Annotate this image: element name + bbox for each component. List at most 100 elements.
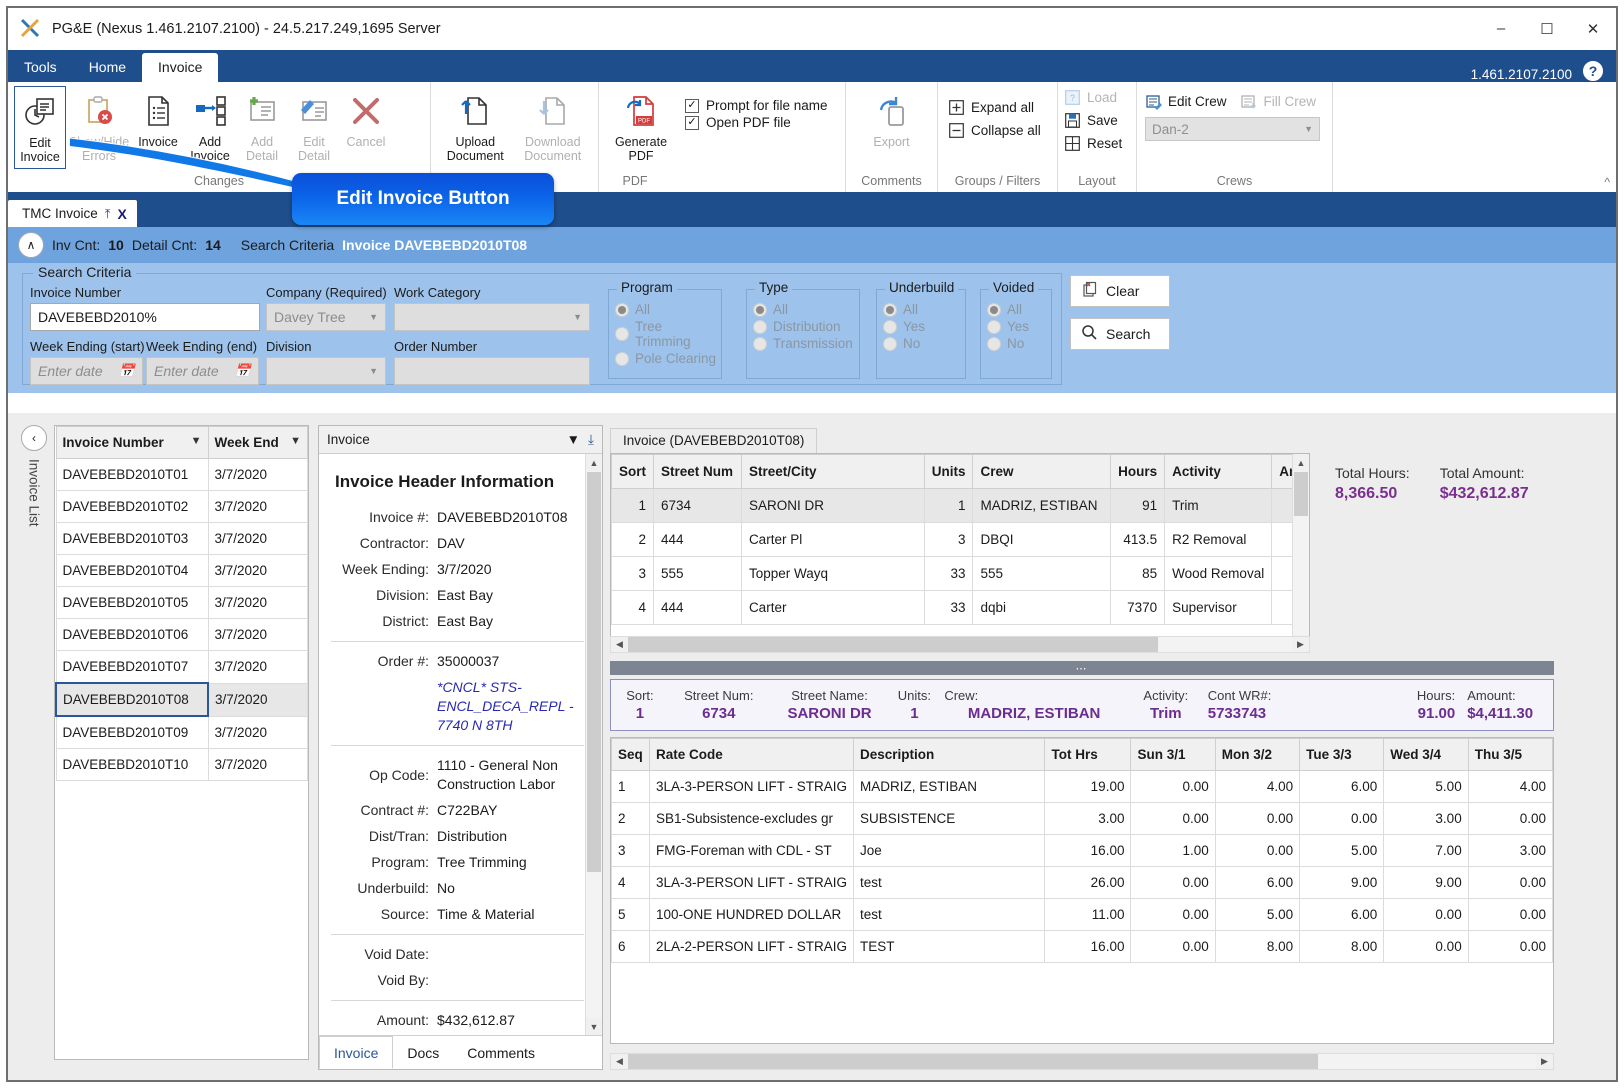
- column-hours[interactable]: Hours: [1110, 454, 1166, 489]
- column-thu[interactable]: Thu 3/5: [1467, 738, 1553, 771]
- scroll-down-icon[interactable]: ▼: [586, 1018, 602, 1035]
- column-tue[interactable]: Tue 3/3: [1299, 738, 1385, 771]
- column-units[interactable]: Units: [923, 454, 974, 489]
- column-seq[interactable]: Seq: [611, 738, 650, 771]
- upload-document-button[interactable]: Upload Document: [437, 86, 514, 167]
- invoice-number-input[interactable]: DAVEBEBD2010%: [30, 303, 260, 331]
- generate-pdf-button[interactable]: PDF Generate PDF: [605, 86, 677, 167]
- table-row[interactable]: 1 3LA-3-PERSON LIFT - STRAIG MADRIZ, EST…: [611, 770, 1553, 803]
- scroll-track[interactable]: [628, 1054, 1536, 1069]
- scroll-up-icon[interactable]: ▲: [1293, 454, 1309, 471]
- table-row[interactable]: DAVEBEBD2010T02 3/7/2020: [55, 490, 308, 523]
- open-pdf-file-checkbox[interactable]: ✓ Open PDF file: [685, 115, 828, 130]
- column-rate-code[interactable]: Rate Code: [648, 738, 855, 771]
- program-option-pole-clearing[interactable]: Pole Clearing: [615, 351, 721, 366]
- scroll-track[interactable]: [628, 637, 1292, 652]
- column-invoice-number[interactable]: Invoice Number ▼: [55, 426, 209, 459]
- clear-button[interactable]: Clear: [1070, 275, 1170, 307]
- table-row[interactable]: DAVEBEBD2010T05 3/7/2020: [55, 586, 308, 619]
- column-description[interactable]: Description: [853, 738, 1046, 771]
- prompt-for-file-name-checkbox[interactable]: ✓ Prompt for file name: [685, 98, 828, 113]
- filter-icon[interactable]: ▼: [290, 435, 301, 447]
- minimize-button[interactable]: –: [1478, 8, 1524, 50]
- maximize-button[interactable]: ☐: [1524, 8, 1570, 50]
- column-activity[interactable]: Activity: [1164, 454, 1273, 489]
- column-sun[interactable]: Sun 3/1: [1130, 738, 1216, 771]
- scroll-thumb[interactable]: [628, 637, 1158, 652]
- type-option-all[interactable]: All: [753, 302, 859, 317]
- save-layout-button[interactable]: Save: [1064, 112, 1118, 129]
- expand-all-button[interactable]: Expand all: [948, 99, 1034, 116]
- tab-invoice[interactable]: Invoice: [319, 1036, 394, 1069]
- table-row[interactable]: 6 2LA-2-PERSON LIFT - STRAIG TEST 16.00 …: [611, 930, 1553, 963]
- scroll-right-icon[interactable]: ▶: [1536, 1054, 1553, 1069]
- close-button[interactable]: ✕: [1570, 8, 1616, 50]
- tab-tools[interactable]: Tools: [8, 53, 73, 82]
- voided-option-no[interactable]: No: [987, 336, 1051, 351]
- column-tot-hrs[interactable]: Tot Hrs: [1044, 738, 1132, 771]
- chevron-down-icon[interactable]: ▼: [567, 432, 580, 447]
- detail-grid-vscrollbar[interactable]: ▲ ▼: [1292, 454, 1309, 652]
- tab-invoice-detail[interactable]: Invoice (DAVEBEBD2010T08): [610, 428, 818, 453]
- column-sort[interactable]: Sort: [611, 454, 654, 489]
- column-mon[interactable]: Mon 3/2: [1214, 738, 1301, 771]
- pin-icon[interactable]: ⤓: [588, 432, 594, 448]
- program-option-tree-trimming[interactable]: Tree Trimming: [615, 319, 721, 349]
- collapse-all-button[interactable]: Collapse all: [948, 122, 1041, 139]
- help-icon[interactable]: ?: [1582, 60, 1604, 82]
- collapse-invoice-list-icon[interactable]: ‹: [21, 425, 47, 451]
- ribbon-collapse-icon[interactable]: ^: [1604, 175, 1610, 189]
- table-row[interactable]: 3 FMG-Foreman with CDL - ST Joe 16.00 1.…: [611, 834, 1553, 867]
- underbuild-option-no[interactable]: No: [883, 336, 965, 351]
- table-row[interactable]: 2 444 Carter Pl 3 DBQI 413.5 R2 Removal: [611, 522, 1309, 557]
- search-button[interactable]: Search: [1070, 318, 1170, 350]
- scroll-right-icon[interactable]: ▶: [1292, 637, 1309, 652]
- column-street-num[interactable]: Street Num: [653, 454, 742, 489]
- invoice-panel-scrollbar[interactable]: ▲ ▼: [585, 454, 602, 1035]
- column-street-city[interactable]: Street/City: [740, 454, 925, 489]
- close-icon[interactable]: X: [118, 206, 127, 222]
- voided-option-yes[interactable]: Yes: [987, 319, 1051, 334]
- column-crew[interactable]: Crew: [972, 454, 1112, 489]
- column-week-end[interactable]: Week End ▼: [207, 426, 308, 459]
- edit-invoice-button[interactable]: Edit Invoice: [14, 86, 66, 169]
- scroll-thumb[interactable]: [1294, 472, 1308, 516]
- reset-layout-button[interactable]: Reset: [1064, 135, 1122, 152]
- table-row[interactable]: DAVEBEBD2010T03 3/7/2020: [55, 522, 308, 555]
- voided-option-all[interactable]: All: [987, 302, 1051, 317]
- scroll-up-icon[interactable]: ▲: [586, 454, 602, 471]
- table-row-selected[interactable]: 1 6734 SARONI DR 1 MADRIZ, ESTIBAN 91 Tr…: [611, 488, 1309, 523]
- table-row[interactable]: DAVEBEBD2010T09 3/7/2020: [55, 715, 308, 749]
- table-row[interactable]: 2 SB1-Subsistence-excludes gr SUBSISTENC…: [611, 802, 1553, 835]
- detail-grid-hscrollbar[interactable]: ◀ ▶: [610, 636, 1310, 653]
- table-row[interactable]: DAVEBEBD2010T06 3/7/2020: [55, 618, 308, 651]
- scroll-left-icon[interactable]: ◀: [611, 1054, 628, 1069]
- table-row[interactable]: 4 444 Carter 33 dqbi 7370 Supervisor: [611, 590, 1309, 625]
- table-row[interactable]: 3 555 Topper Wayq 33 555 85 Wood Removal: [611, 556, 1309, 591]
- crew-select[interactable]: Dan-2 ▼: [1145, 117, 1320, 141]
- scroll-left-icon[interactable]: ◀: [611, 637, 628, 652]
- tab-comments[interactable]: Comments: [453, 1036, 549, 1069]
- pin-icon[interactable]: ⤒: [105, 206, 111, 222]
- table-row[interactable]: 5 100-ONE HUNDRED DOLLAR test 11.00 0.00…: [611, 898, 1553, 931]
- tab-invoice[interactable]: Invoice: [142, 53, 219, 82]
- underbuild-option-all[interactable]: All: [883, 302, 965, 317]
- type-option-distribution[interactable]: Distribution: [753, 319, 859, 334]
- tab-docs[interactable]: Docs: [393, 1036, 453, 1069]
- filter-icon[interactable]: ▼: [191, 435, 202, 447]
- tab-home[interactable]: Home: [73, 53, 142, 82]
- doc-tab-tmc-invoice[interactable]: TMC Invoice ⤒ X: [8, 200, 137, 227]
- type-option-transmission[interactable]: Transmission: [753, 336, 859, 351]
- table-row-selected[interactable]: DAVEBEBD2010T08 3/7/2020: [55, 682, 308, 717]
- edit-crew-button[interactable]: Edit Crew: [1145, 93, 1227, 110]
- panel-splitter[interactable]: ⋯: [610, 661, 1554, 675]
- scroll-thumb[interactable]: [587, 472, 601, 872]
- column-wed[interactable]: Wed 3/4: [1383, 738, 1469, 771]
- table-row[interactable]: 4 3LA-3-PERSON LIFT - STRAIG test 26.00 …: [611, 866, 1553, 899]
- collapse-search-icon[interactable]: ∧: [18, 232, 44, 258]
- program-option-all[interactable]: All: [615, 302, 721, 317]
- table-row[interactable]: DAVEBEBD2010T07 3/7/2020: [55, 650, 308, 684]
- underbuild-option-yes[interactable]: Yes: [883, 319, 965, 334]
- table-row[interactable]: DAVEBEBD2010T01 3/7/2020: [55, 458, 308, 491]
- table-row[interactable]: DAVEBEBD2010T04 3/7/2020: [55, 554, 308, 587]
